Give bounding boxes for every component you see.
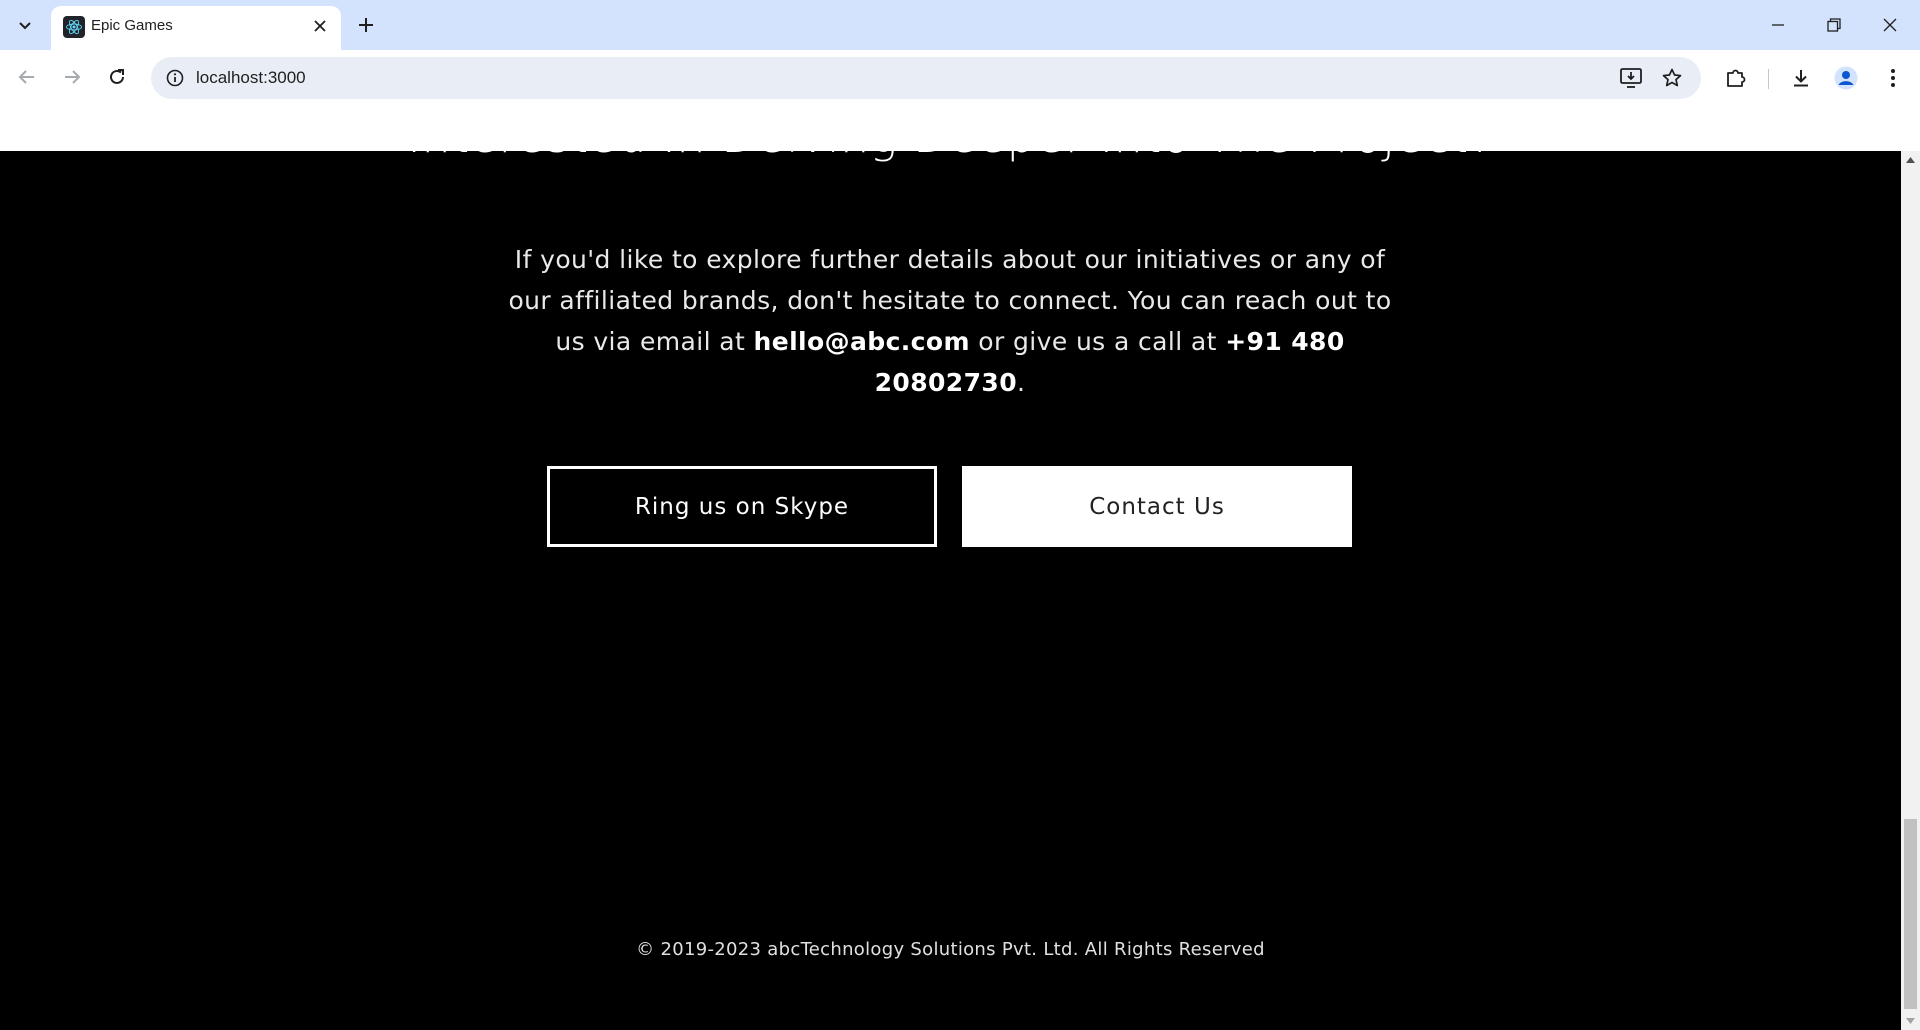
back-button[interactable]	[9, 59, 45, 95]
footer-copyright: © 2019-2023 abcTechnology Solutions Pvt.…	[636, 939, 1265, 960]
reload-icon	[110, 69, 124, 84]
install-icon	[1620, 68, 1642, 88]
arrow-left-icon	[18, 70, 34, 84]
close-icon	[314, 20, 326, 32]
vertical-scrollbar[interactable]	[1901, 151, 1920, 1030]
site-info-button[interactable]	[161, 64, 189, 92]
page-viewport: Interested In Delving Deeper Into The Pr…	[0, 151, 1901, 1030]
browser-tab-strip: Epic Games	[0, 0, 1920, 50]
scroll-up-button[interactable]	[1901, 151, 1920, 169]
skype-button[interactable]: Ring us on Skype	[547, 466, 937, 547]
email-link[interactable]: hello@abc.com	[754, 327, 970, 356]
install-app-button[interactable]	[1616, 63, 1646, 93]
tab-search-button[interactable]	[9, 9, 41, 41]
triangle-up-icon	[1906, 157, 1915, 163]
scrollbar-thumb[interactable]	[1904, 819, 1917, 1009]
triangle-down-icon	[1906, 1018, 1915, 1024]
page-top-white-band	[0, 107, 1920, 151]
react-icon	[63, 16, 85, 38]
downloads-button[interactable]	[1784, 61, 1818, 95]
star-icon	[1662, 68, 1682, 87]
forward-button[interactable]	[54, 59, 90, 95]
address-bar[interactable]: localhost:3000	[151, 57, 1701, 99]
close-icon	[1883, 18, 1897, 32]
minimize-icon	[1772, 24, 1784, 26]
paragraph-text-3: .	[1017, 368, 1026, 397]
extensions-button[interactable]	[1719, 61, 1753, 95]
chevron-down-icon	[19, 22, 31, 30]
browser-tab-active[interactable]: Epic Games	[51, 6, 341, 50]
info-icon	[166, 69, 184, 87]
tab-close-button[interactable]	[309, 15, 331, 37]
browser-toolbar: localhost:3000	[0, 50, 1920, 107]
scroll-down-button[interactable]	[1901, 1012, 1920, 1030]
reload-button[interactable]	[99, 59, 135, 95]
tab-title: Epic Games	[91, 17, 173, 34]
minimize-button[interactable]	[1750, 0, 1806, 50]
puzzle-icon	[1727, 69, 1746, 87]
plus-icon	[359, 18, 373, 32]
avatar-icon	[1834, 66, 1858, 90]
profile-button[interactable]	[1829, 61, 1863, 95]
restore-icon	[1827, 18, 1841, 32]
contact-us-button[interactable]: Contact Us	[962, 466, 1352, 547]
new-tab-button[interactable]	[350, 9, 382, 41]
url-text: localhost:3000	[196, 68, 306, 87]
section-heading: Interested In Delving Deeper Into The Pr…	[0, 151, 1901, 163]
contact-paragraph: If you'd like to explore further details…	[500, 239, 1400, 403]
close-window-button[interactable]	[1862, 0, 1918, 50]
bookmark-button[interactable]	[1657, 63, 1687, 93]
kebab-menu-icon	[1891, 69, 1895, 87]
download-icon	[1794, 70, 1808, 87]
toolbar-divider	[1768, 69, 1769, 89]
restore-button[interactable]	[1806, 0, 1862, 50]
chrome-menu-button[interactable]	[1876, 61, 1910, 95]
arrow-right-icon	[65, 70, 81, 84]
paragraph-text-2: or give us a call at	[969, 327, 1226, 356]
